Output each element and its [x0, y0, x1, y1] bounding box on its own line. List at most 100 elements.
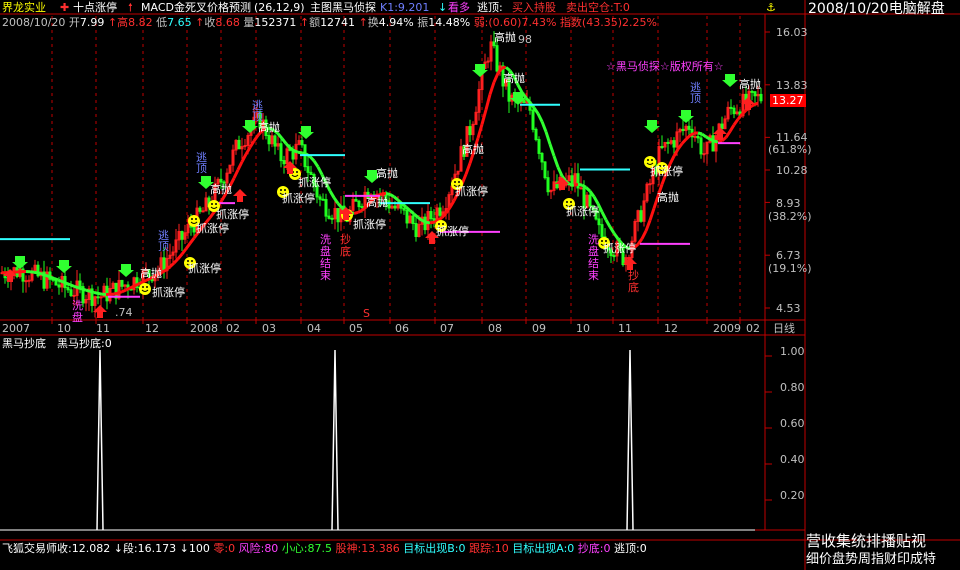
footer-label: 小心: — [281, 542, 308, 555]
footer-label: 飞狐交易师收: — [2, 542, 72, 555]
smiley-eye — [651, 159, 653, 161]
volume-label: 量 — [243, 16, 255, 29]
trend-line-segment — [121, 288, 127, 294]
trend-line-segment — [117, 290, 123, 295]
candle-body — [78, 280, 82, 288]
trend-line-segment — [413, 212, 419, 219]
candle-body — [96, 296, 100, 299]
low-price-mark: .74 — [115, 306, 133, 319]
candle-body — [612, 255, 616, 258]
promo-line-1[interactable]: 营收集统排播贴视 — [806, 532, 926, 550]
trend-line-segment — [705, 135, 711, 141]
sell-label: 高抛 — [462, 143, 484, 156]
main-chart[interactable] — [0, 0, 960, 570]
time-tick: 04 — [307, 322, 321, 335]
candle-body — [279, 143, 283, 162]
trend-line-segment — [97, 291, 103, 296]
quote-date: 2008/10/20 — [2, 16, 66, 29]
trend-line-segment — [77, 286, 83, 291]
candle-body — [201, 210, 205, 213]
trend-line-segment — [137, 280, 143, 286]
stock-name[interactable]: 界龙实业 — [2, 1, 46, 14]
time-tick: 02 — [746, 322, 760, 335]
candle-body — [198, 207, 202, 212]
trend-line-segment — [421, 219, 427, 224]
smiley-eye — [211, 203, 213, 205]
trend-line-segment — [429, 220, 435, 225]
footer-value: 0 — [228, 542, 236, 555]
candle-body — [687, 125, 691, 130]
indicator-2-params: (26,12,9) — [254, 1, 305, 14]
turnover-label: 换 — [367, 16, 379, 29]
analysis-title[interactable]: 2008/10/20电脑解盘 — [808, 0, 945, 18]
footer-bar: 飞狐交易师收:12.082 ↓段:16.173 ↓100 零:0 风险:80 小… — [2, 542, 647, 555]
amplitude-label: 振 — [417, 16, 429, 29]
candle-body — [699, 137, 703, 155]
watermark: ☆黑马侦探☆版权所有☆ — [606, 60, 724, 73]
anchor-icon[interactable]: ⚓ — [766, 1, 776, 14]
fib-level: (61.8%) — [768, 143, 812, 156]
period-selector[interactable]: 日线 — [773, 322, 795, 335]
smiley-eye — [458, 181, 460, 183]
candle-body — [570, 175, 574, 185]
candle-body — [648, 183, 652, 186]
indicator-3[interactable]: 主图黑马侦探 — [310, 1, 376, 14]
trend-line-segment — [57, 278, 63, 283]
trend-line-segment — [113, 291, 119, 296]
footer-label: 风险: — [238, 542, 265, 555]
candle-body — [72, 294, 76, 297]
high-label: 高 — [117, 16, 129, 29]
footer-label: 段: — [122, 542, 138, 555]
candle-body — [24, 280, 28, 283]
footer-value: 100 — [188, 542, 210, 555]
trend-line-segment — [393, 195, 399, 202]
trend-line-segment — [732, 118, 740, 126]
trend-line-segment — [592, 195, 600, 205]
sell-label: 高抛 — [503, 72, 525, 85]
candle-body — [540, 152, 544, 163]
trend-line-segment — [176, 253, 184, 260]
fib-level: (19.1%) — [768, 262, 812, 275]
low-value: 7.65 — [167, 16, 192, 29]
indicator-1[interactable]: 十点涨停 — [73, 1, 117, 14]
trend-line-segment — [668, 155, 676, 165]
price-tick: 10.28 — [776, 164, 808, 177]
trend-line-segment — [73, 284, 79, 290]
footer-value: 16.173 — [137, 542, 177, 555]
buy-label: 抓涨停 — [298, 176, 331, 189]
indicator-2[interactable]: MACD金死叉价格预测 — [141, 1, 251, 14]
time-tick: 09 — [532, 322, 546, 335]
sub-axis-tick: 0.60 — [780, 417, 805, 430]
status-sell-empty: 卖出空仓:T:0 — [566, 1, 630, 14]
trend-line-segment — [600, 211, 608, 221]
candle-body — [579, 187, 583, 190]
candle-body — [99, 296, 103, 299]
trend-line-segment — [492, 72, 500, 83]
sub-chart-title[interactable]: 黑马抄底 — [2, 337, 46, 350]
candle-body — [732, 107, 736, 115]
footer-label: 抄底: — [577, 542, 604, 555]
trend-line-segment — [680, 138, 688, 145]
trend-line-segment — [713, 139, 719, 144]
trend-line-segment — [464, 162, 472, 175]
trend-line-segment — [532, 106, 540, 115]
trend-line-segment — [85, 288, 91, 293]
trend-line-segment — [536, 112, 544, 123]
footer-label: 目标出现B: — [403, 542, 459, 555]
smiley-eye — [146, 286, 148, 288]
sub-axis-tick: 0.80 — [780, 381, 805, 394]
time-tick: 08 — [488, 322, 502, 335]
buy-label: 抓涨停 — [152, 286, 185, 299]
promo-line-2[interactable]: 细价盘势周指财印成特 — [806, 551, 936, 568]
trend-line-segment — [516, 84, 524, 94]
trend-line-segment — [208, 211, 216, 219]
trend-line-segment — [676, 142, 684, 151]
price-tick: 4.53 — [776, 302, 801, 315]
candle-body — [66, 287, 70, 291]
escape-label: 逃顶 — [690, 81, 701, 105]
candle-body — [306, 166, 310, 173]
footer-value: 80 — [264, 542, 279, 555]
sub-chart-value: 黑马抄底:0 — [57, 337, 112, 350]
candle-body — [414, 223, 418, 238]
buy-label: 抓涨停 — [196, 222, 229, 235]
